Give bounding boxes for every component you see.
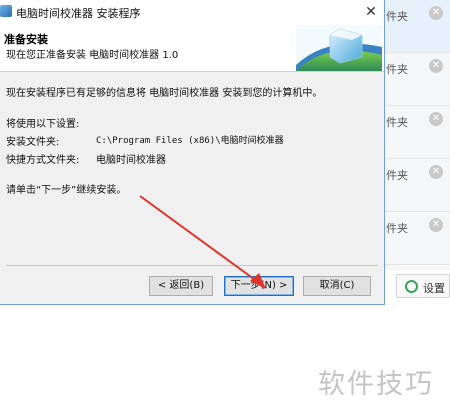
list-item[interactable]: 件夹 ✕ (380, 53, 450, 106)
list-item-label: 件夹 (386, 116, 408, 129)
list-item[interactable]: 件夹 ✕ (380, 212, 450, 265)
list-item-label: 件夹 (386, 222, 408, 235)
back-button[interactable]: < 返回(B) (149, 276, 213, 296)
settings-label: 设置 (423, 282, 445, 295)
window-title: 电脑时间校准器 安装程序 (16, 7, 141, 20)
list-item[interactable]: 件夹 ✕ (380, 159, 450, 212)
cancel-button[interactable]: 取消(C) (303, 276, 371, 296)
page-subtitle: 现在您正准备安装 电脑时间校准器 1.0 (6, 50, 179, 61)
close-button[interactable]: ✕ (360, 2, 382, 22)
installer-banner-graphic (296, 25, 382, 71)
install-folder-label: 安装文件夹: (6, 137, 60, 148)
close-icon[interactable]: ✕ (429, 112, 443, 126)
gear-icon (405, 280, 418, 293)
wizard-header: 准备安装 现在您正准备安装 电脑时间校准器 1.0 (0, 24, 384, 72)
close-icon[interactable]: ✕ (429, 6, 443, 20)
footer-divider (6, 265, 378, 266)
settings-heading: 将使用以下设置: (6, 119, 80, 130)
close-icon[interactable]: ✕ (429, 59, 443, 73)
list-item-label: 件夹 (386, 63, 408, 76)
shortcut-folder-value: 电脑时间校准器 (96, 155, 166, 166)
instruction-text: 请单击“下一步”继续安装。 (6, 185, 127, 196)
title-bar[interactable]: 电脑时间校准器 安装程序 ✕ (0, 0, 384, 24)
list-item[interactable]: 件夹 ✕ (380, 106, 450, 159)
install-folder-value: C:\Program Files (x86)\电脑时间校准器 (96, 136, 284, 146)
intro-text: 现在安装程序已有足够的信息将 电脑时间校准器 安装到您的计算机中。 (6, 88, 323, 99)
settings-button[interactable]: 设置 (396, 274, 450, 298)
list-item[interactable]: 件夹 ✕ (380, 0, 450, 53)
wizard-body: 现在安装程序已有足够的信息将 电脑时间校准器 安装到您的计算机中。 将使用以下设… (0, 73, 384, 263)
close-icon[interactable]: ✕ (429, 218, 443, 232)
watermark: 软件技巧 (318, 369, 434, 400)
background-list: 件夹 ✕ 件夹 ✕ 件夹 ✕ 件夹 ✕ 件夹 ✕ (380, 0, 450, 270)
list-item-label: 件夹 (386, 169, 408, 182)
close-icon[interactable]: ✕ (429, 165, 443, 179)
list-item-label: 件夹 (386, 10, 408, 23)
installer-window: 电脑时间校准器 安装程序 ✕ 准备安装 现在您正准备安装 电脑时间校准器 1.0 (0, 0, 385, 305)
next-button[interactable]: 下一步(N) > (224, 276, 294, 296)
app-icon (0, 5, 12, 17)
shortcut-folder-label: 快捷方式文件夹: (6, 155, 80, 166)
page-title: 准备安装 (4, 33, 48, 46)
